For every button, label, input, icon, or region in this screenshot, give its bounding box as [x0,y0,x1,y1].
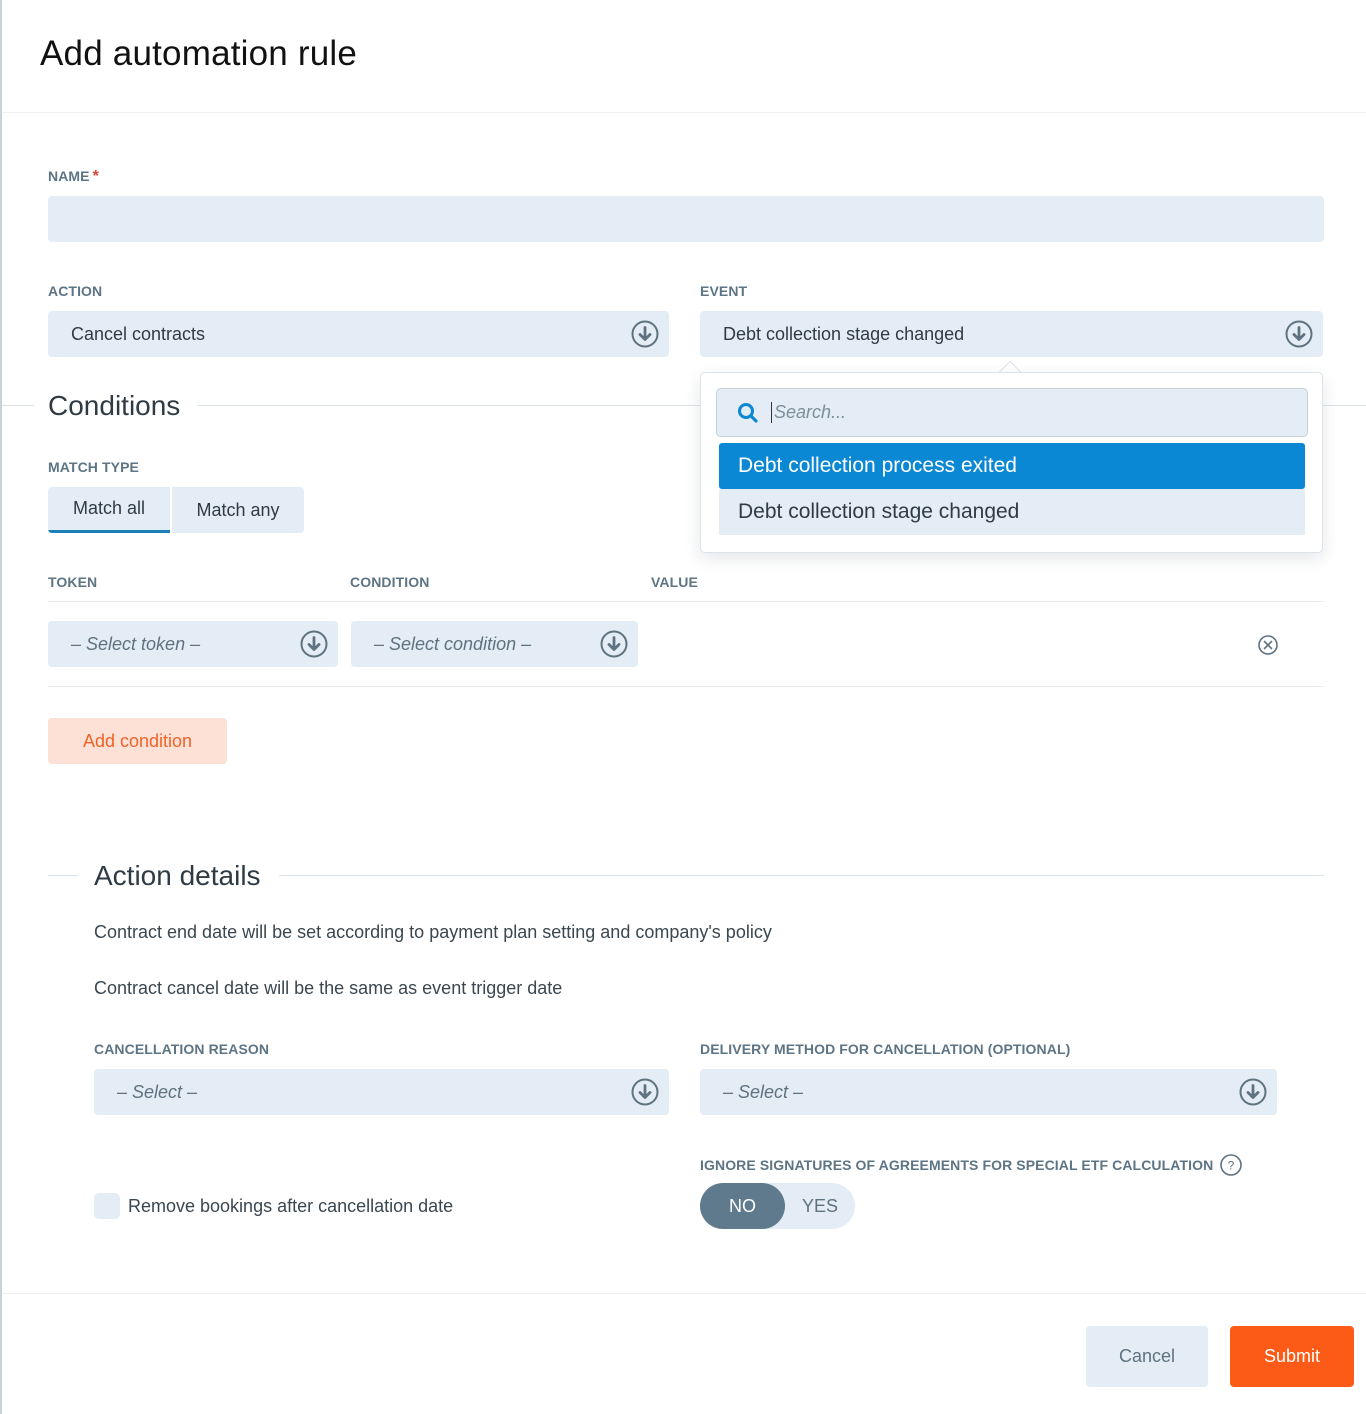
chevron-circle-down-icon [600,630,628,658]
remove-bookings-row: Remove bookings after cancellation date [94,1193,453,1219]
ignore-signatures-toggle[interactable]: NO YES [700,1183,855,1229]
chevron-circle-down-icon [1285,320,1313,348]
question-circle-icon[interactable]: ? [1219,1153,1243,1177]
chevron-circle-down-icon [1239,1078,1267,1106]
remove-bookings-checkbox[interactable] [94,1193,120,1219]
name-input[interactable] [48,196,1324,242]
footer-divider [2,1293,1366,1294]
event-option-process-exited[interactable]: Debt collection process exited [719,443,1305,489]
header-divider [2,112,1366,113]
event-select-value: Debt collection stage changed [723,323,965,344]
remove-condition-icon[interactable] [1257,634,1279,656]
match-type-toggle: Match all Match any [48,487,304,533]
svg-text:?: ? [1228,1159,1235,1173]
cancellation-reason-label: CANCELLATION REASON [94,1041,270,1057]
submit-button[interactable]: Submit [1230,1326,1354,1387]
delivery-method-placeholder: – Select – [723,1081,804,1102]
table-row-divider [48,686,1324,687]
add-condition-button[interactable]: Add condition [48,718,227,764]
event-option-stage-changed[interactable]: Debt collection stage changed [719,489,1305,535]
action-select[interactable]: Cancel contracts [48,311,669,357]
match-all-button[interactable]: Match all [48,487,170,533]
match-type-label: MATCH TYPE [48,459,139,475]
column-header-value: VALUE [651,574,698,590]
description-end-date: Contract end date will be set according … [94,922,772,942]
ignore-signatures-label: IGNORE SIGNATURES OF AGREEMENTS FOR SPEC… [700,1157,1214,1173]
dialog-title: Add automation rule [40,34,358,73]
window-edge [0,0,2,1414]
required-mark: * [92,168,99,185]
toggle-no[interactable]: NO [700,1183,785,1229]
table-header-divider [48,601,1324,602]
cancellation-reason-select[interactable]: – Select – [94,1069,669,1115]
chevron-circle-down-icon [631,320,659,348]
cancellation-reason-placeholder: – Select – [117,1081,198,1102]
action-select-value: Cancel contracts [71,323,206,344]
action-details-title: Action details [94,860,261,891]
conditions-title: Conditions [48,390,181,421]
search-icon [738,402,758,423]
column-header-token: TOKEN [48,574,98,590]
column-header-condition: CONDITION [350,574,430,590]
chevron-circle-down-icon [300,630,328,658]
action-details-divider-left [48,875,78,876]
event-search-box[interactable] [716,388,1308,437]
event-label: EVENT [700,283,748,299]
action-label: ACTION [48,283,103,299]
select-token-placeholder: – Select token – [71,633,201,654]
event-search-input[interactable] [771,402,1291,423]
match-any-button[interactable]: Match any [172,487,304,533]
delivery-method-select[interactable]: – Select – [700,1069,1277,1115]
select-token[interactable]: – Select token – [48,621,338,667]
name-label-text: NAME [48,168,90,184]
event-dropdown: Debt collection process exited Debt coll… [700,372,1323,553]
action-details-divider [279,875,1324,876]
chevron-circle-down-icon [631,1078,659,1106]
description-cancel-date: Contract cancel date will be the same as… [94,978,563,998]
delivery-method-label: DELIVERY METHOD FOR CANCELLATION (OPTION… [700,1041,1071,1057]
event-select[interactable]: Debt collection stage changed [700,311,1323,357]
ignore-signatures-label-row: IGNORE SIGNATURES OF AGREEMENTS FOR SPEC… [700,1153,1243,1177]
select-condition-placeholder: – Select condition – [374,633,532,654]
name-label: NAME * [48,168,99,186]
cancel-button[interactable]: Cancel [1086,1326,1208,1387]
toggle-yes[interactable]: YES [785,1183,855,1229]
conditions-divider-left [2,405,34,406]
remove-bookings-label: Remove bookings after cancellation date [128,1195,454,1216]
select-condition[interactable]: – Select condition – [351,621,638,667]
